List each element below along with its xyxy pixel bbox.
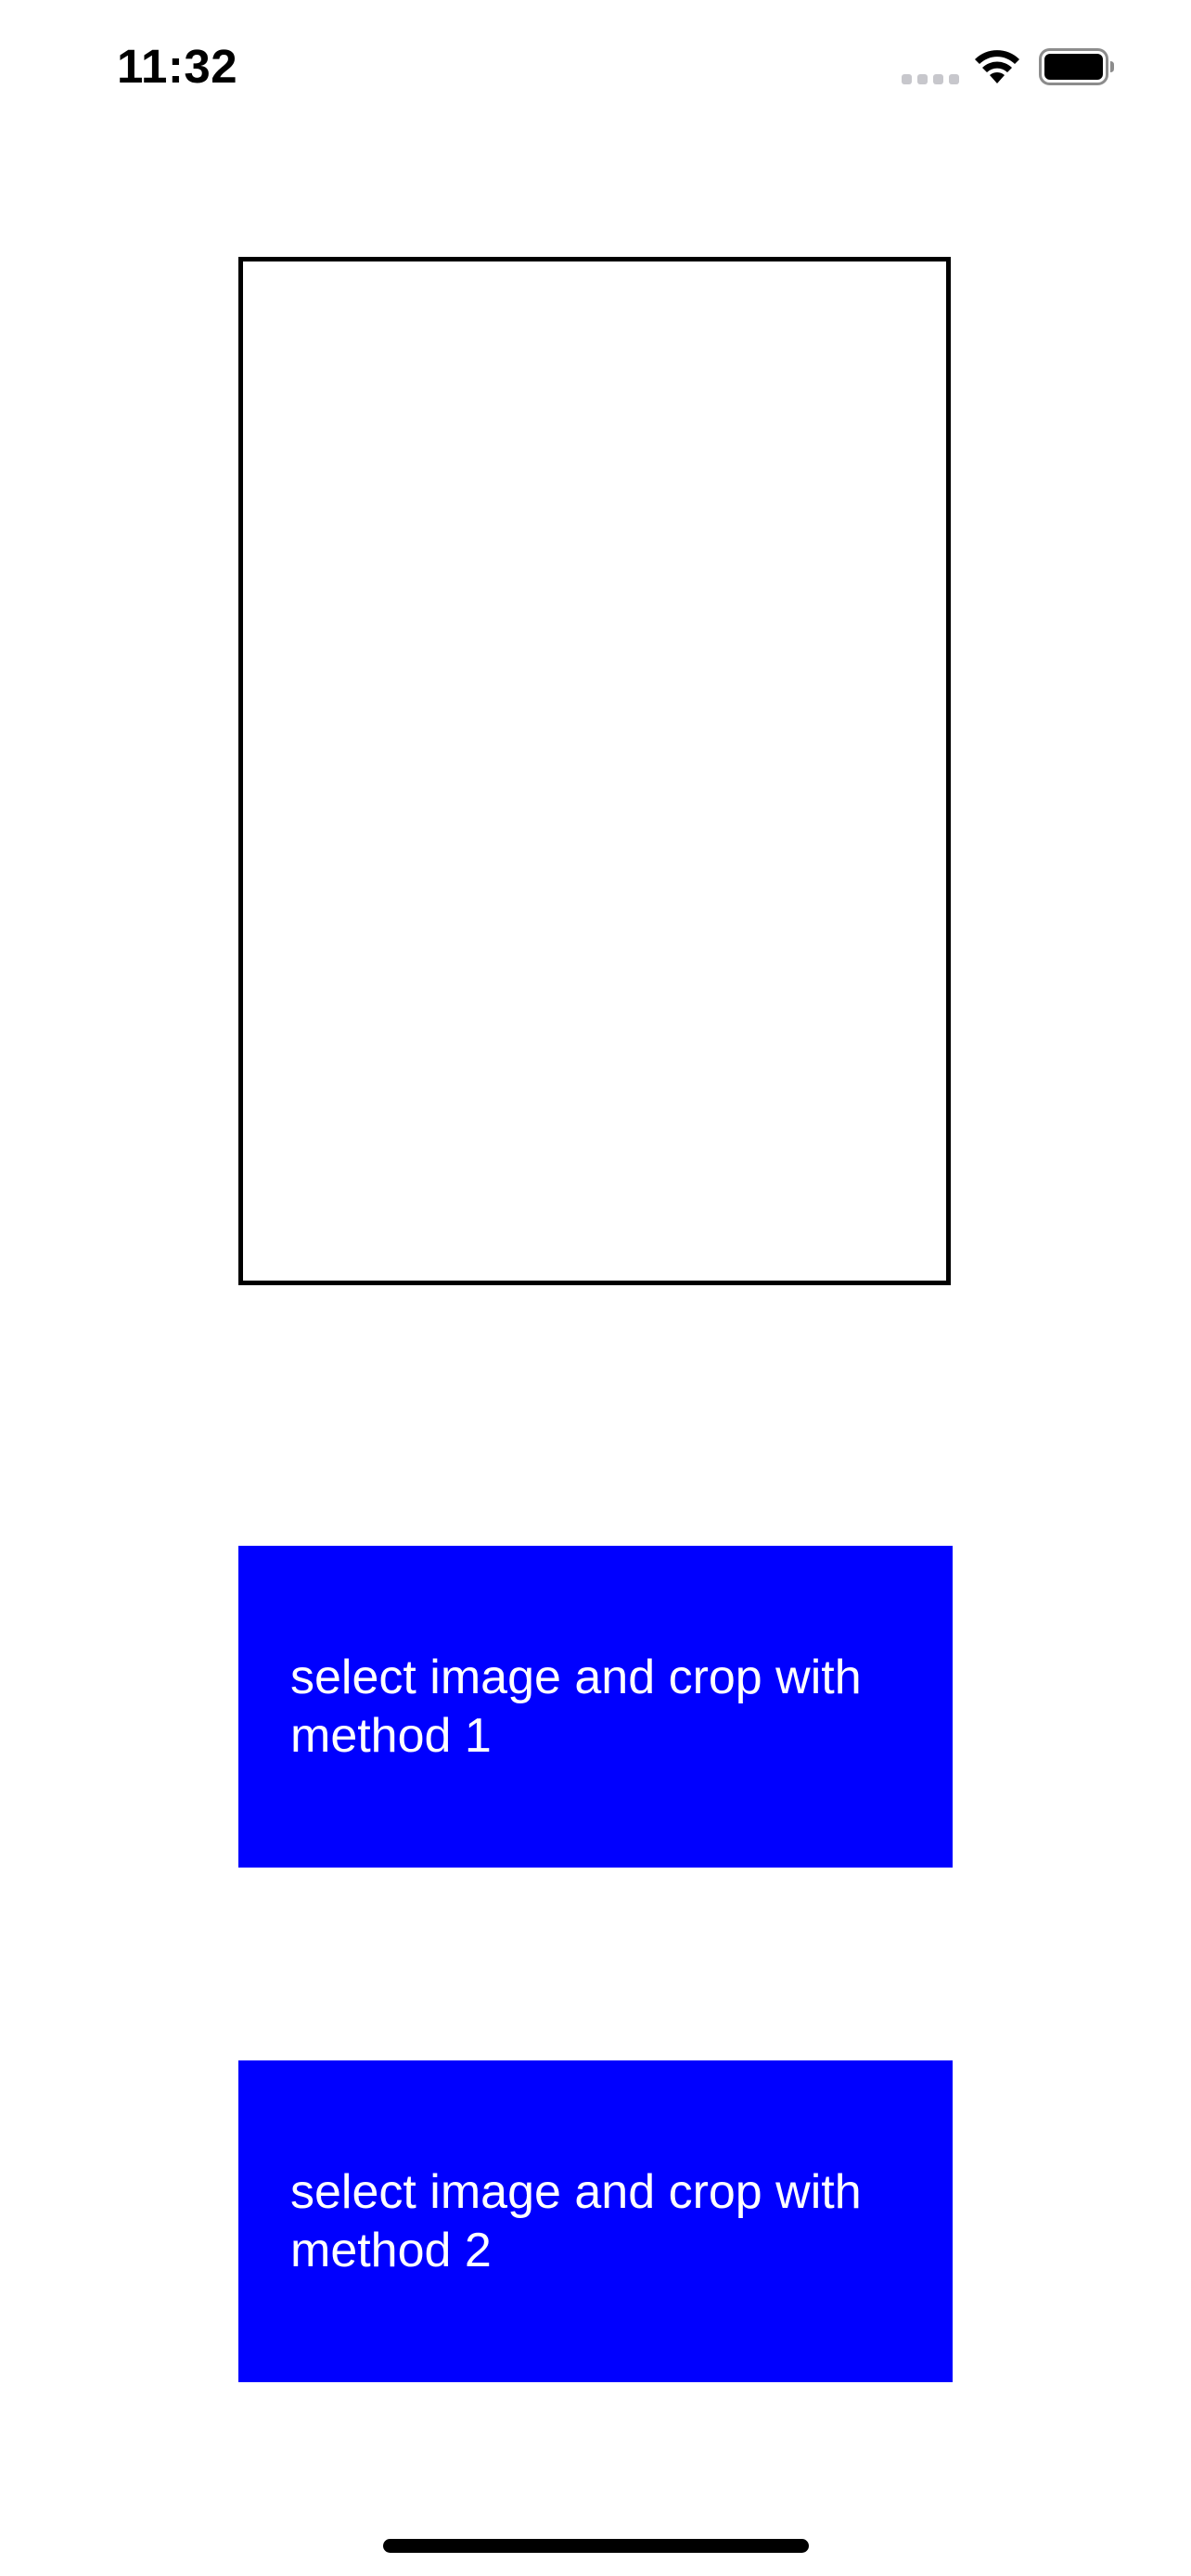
status-bar: 11:32	[0, 0, 1191, 139]
home-indicator[interactable]	[383, 2539, 809, 2553]
crop-method-1-button[interactable]: select image and crop with method 1	[238, 1546, 953, 1868]
crop-method-2-button[interactable]: select image and crop with method 2	[238, 2060, 953, 2382]
crop-method-1-label: select image and crop with method 1	[290, 1650, 862, 1763]
app-screen: 11:32 select image and crop with method …	[0, 0, 1191, 2576]
cellular-signal-icon	[902, 74, 959, 85]
wifi-icon	[975, 50, 1019, 83]
battery-icon	[1039, 48, 1114, 85]
image-preview-frame	[238, 257, 951, 1285]
status-time: 11:32	[117, 40, 238, 93]
crop-method-2-label: select image and crop with method 2	[290, 2164, 862, 2277]
